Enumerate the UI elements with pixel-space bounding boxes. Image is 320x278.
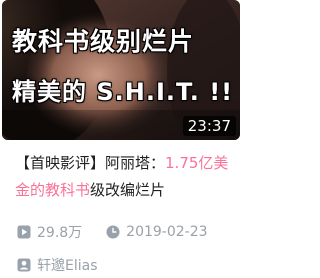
thumbnail-overlay-title: 教科书级别烂片 (12, 27, 195, 56)
video-card[interactable]: 教科书级别烂片 精美的 S.H.I.T. !! 23:37 【首映影评】阿丽塔：… (0, 0, 242, 278)
video-title-prefix: 【首映影评】阿丽塔： (15, 154, 166, 172)
clock-icon (106, 225, 120, 239)
view-count: 29.8万 (17, 222, 82, 242)
play-icon (17, 225, 31, 239)
video-meta: 29.8万 2019-02-23 (17, 220, 242, 244)
view-count-value: 29.8万 (37, 225, 83, 241)
video-duration: 23:37 (182, 116, 236, 136)
video-title[interactable]: 【首映影评】阿丽塔：1.75亿美金的教科书级改编烂片 (15, 150, 239, 204)
video-title-suffix: 级改编烂片 (90, 181, 166, 199)
publish-date-value: 2019-02-23 (126, 224, 208, 240)
author-name[interactable]: 轩邈Elias (37, 255, 98, 275)
publish-date: 2019-02-23 (106, 224, 208, 240)
user-icon (17, 258, 31, 272)
video-author[interactable]: 轩邈Elias (17, 253, 98, 277)
video-thumbnail[interactable]: 教科书级别烂片 精美的 S.H.I.T. !! 23:37 (2, 0, 240, 140)
thumbnail-overlay-subtitle: 精美的 S.H.I.T. !! (12, 78, 234, 106)
